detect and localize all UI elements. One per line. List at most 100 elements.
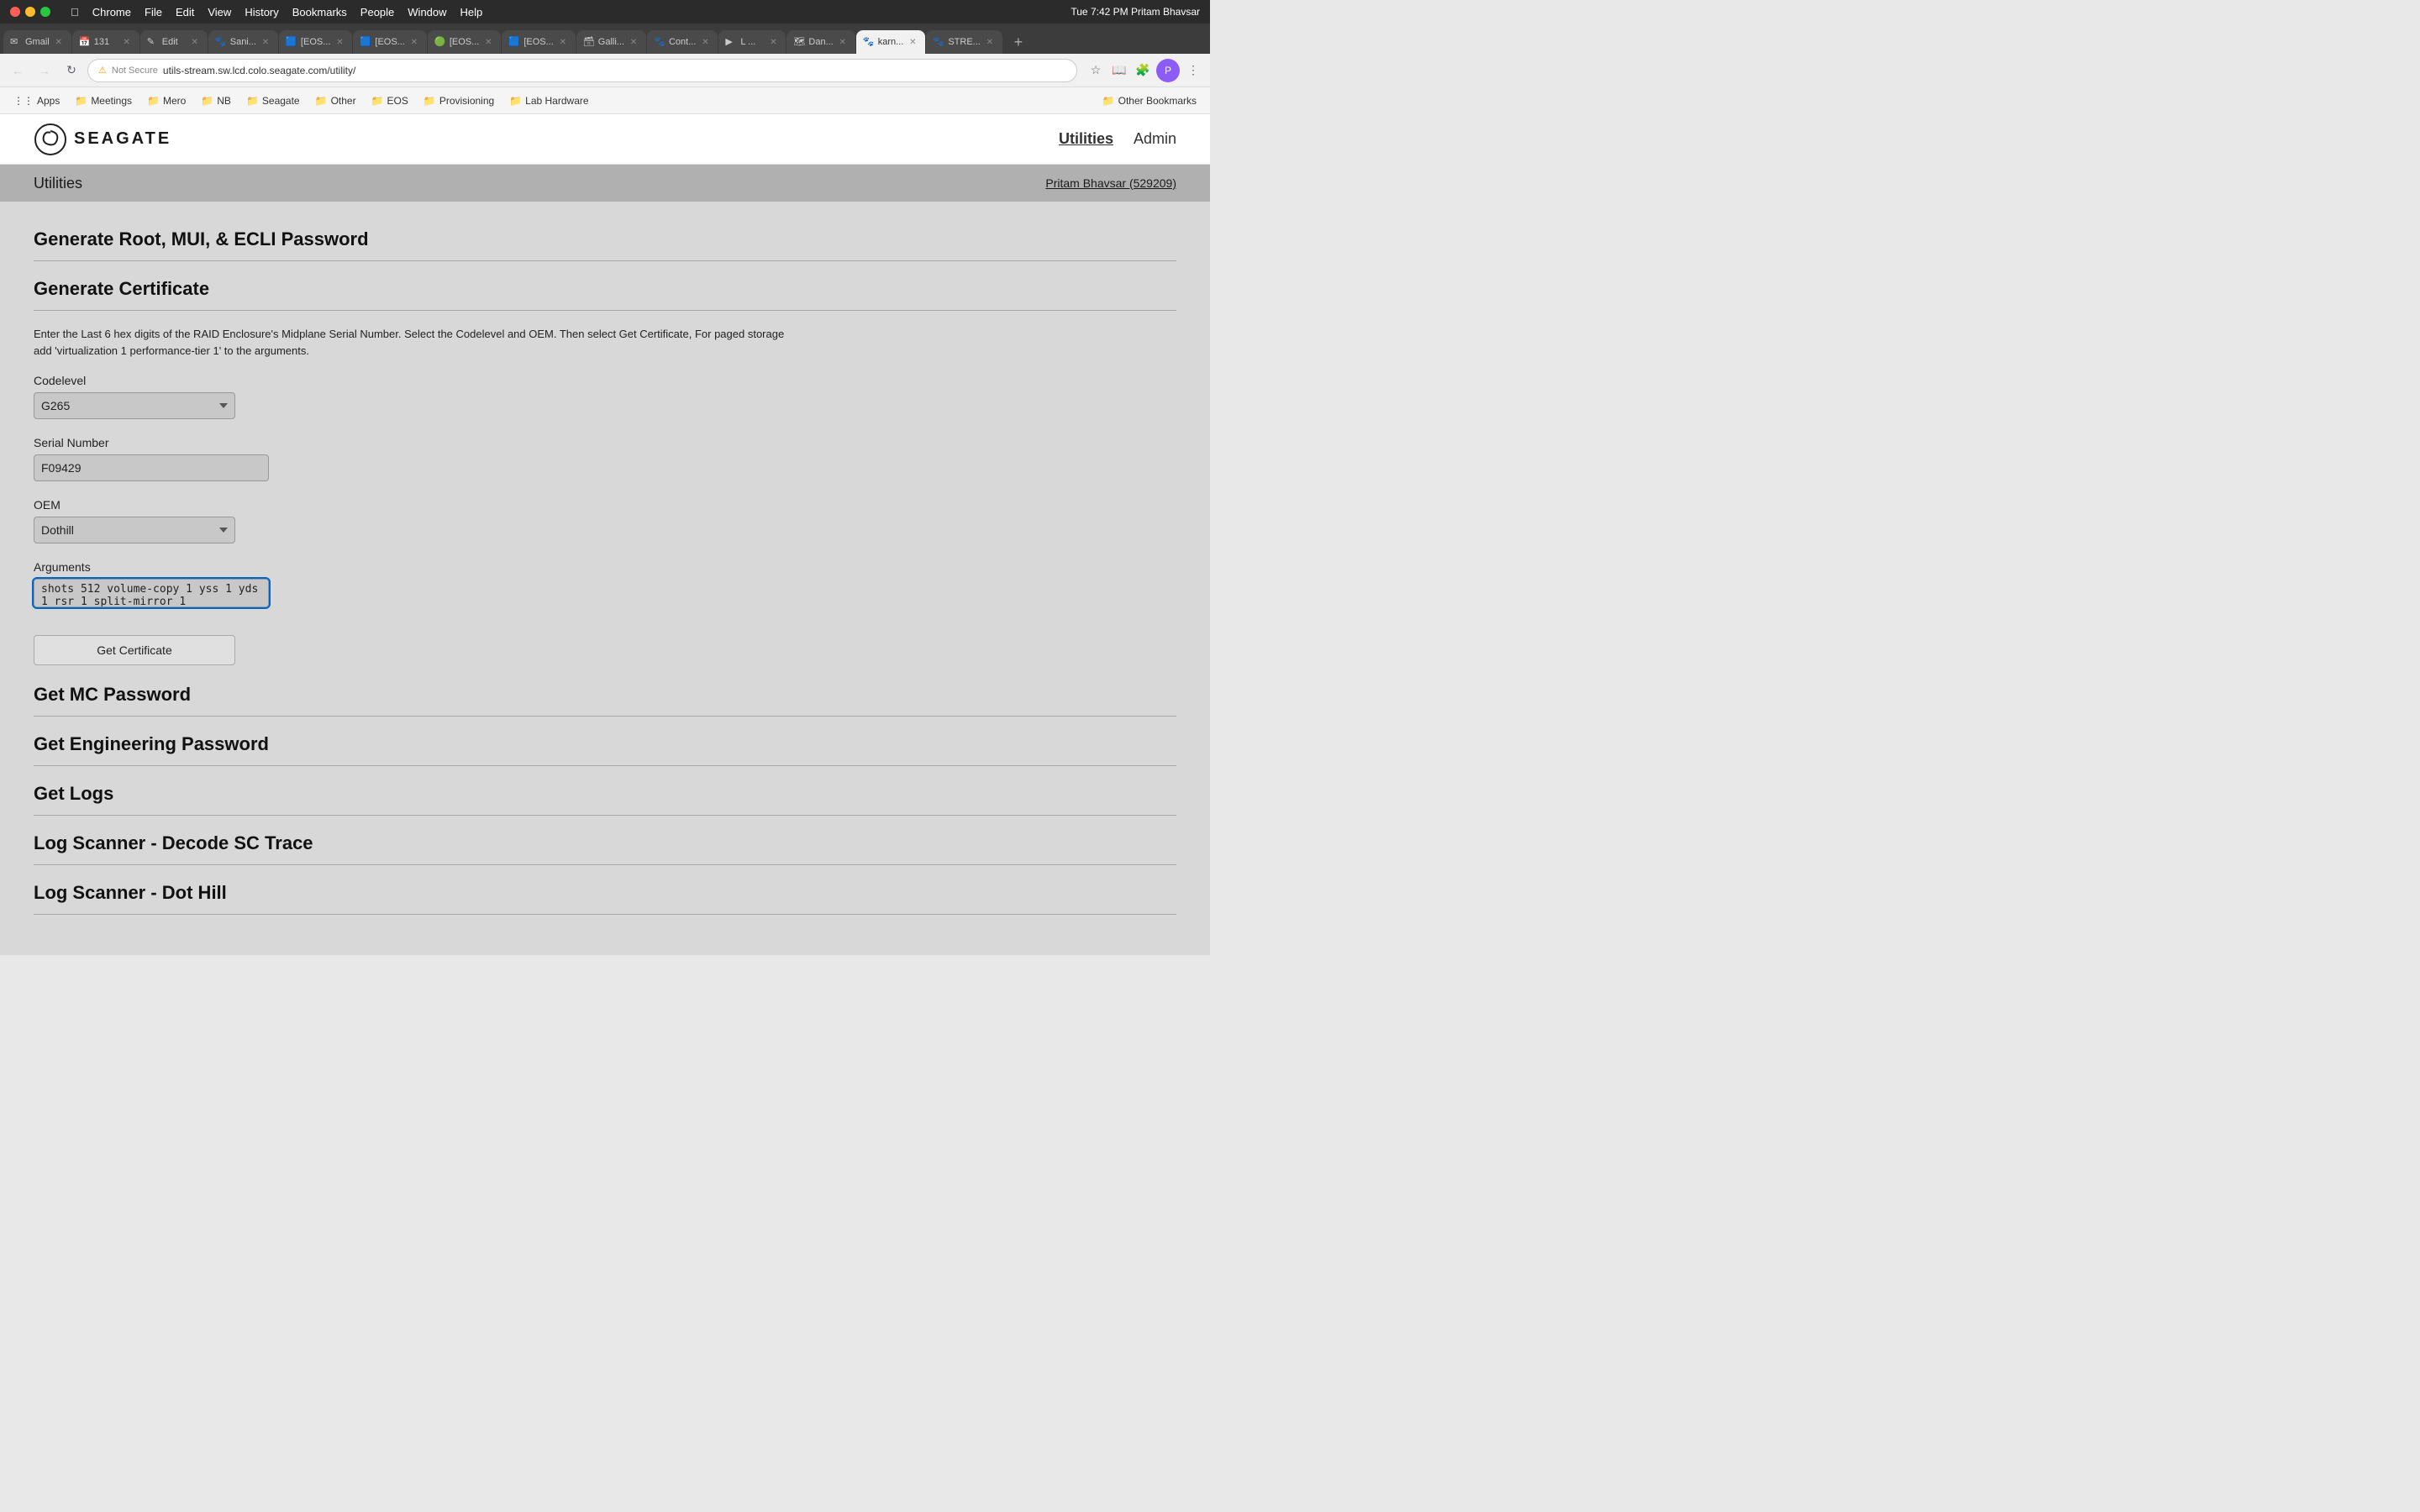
tab-dan[interactable]: 🗺 Dan... ✕ [786,30,855,54]
codelevel-label: Codelevel [34,374,1176,387]
bookmark-nb-label: NB [217,95,231,107]
tab-edit-close[interactable]: ✕ [189,36,201,48]
bookmark-apps-label: Apps [37,95,60,107]
tab-dan-close[interactable]: ✕ [837,36,849,48]
bookmark-provisioning[interactable]: 📁 Provisioning [417,91,501,111]
tab-cont-close[interactable]: ✕ [699,36,711,48]
oem-select[interactable]: Dothill Seagate HPE Dell [34,517,235,543]
edit-menu[interactable]: Edit [176,6,194,18]
serial-number-input[interactable] [34,454,269,481]
codelevel-field-group: Codelevel G265 G280 G300 [34,374,1176,419]
profile-button[interactable]: P [1156,59,1180,82]
get-logs-heading[interactable]: Get Logs [34,773,1176,816]
bookmark-meetings[interactable]: 📁 Meetings [68,91,139,111]
chrome-extension-button[interactable]: 🧩 [1133,60,1153,81]
tab-cal-close[interactable]: ✕ [121,36,133,48]
chrome-menu-button[interactable]: ⋮ [1183,60,1203,81]
bookmark-seagate[interactable]: 📁 Seagate [239,91,307,111]
tab-eos1-close[interactable]: ✕ [334,36,345,48]
reading-list-button[interactable]: 📖 [1109,60,1129,81]
tab-l-close[interactable]: ✕ [767,36,779,48]
arguments-textarea[interactable] [34,579,269,607]
eos4-favicon: 🟦 [508,36,520,48]
tab-eos4-close[interactable]: ✕ [557,36,569,48]
address-bar[interactable]: ⚠ Not Secure utils-stream.sw.lcd.colo.se… [87,59,1077,82]
nb-folder-icon: 📁 [201,95,213,107]
people-menu[interactable]: People [360,6,394,18]
bookmark-apps[interactable]: ⋮⋮ Apps [7,91,66,111]
bookmark-nb[interactable]: 📁 NB [194,91,238,111]
tab-gall-label: Galli... [598,37,624,47]
generate-certificate-link[interactable]: Generate Certificate [34,278,209,299]
tab-l[interactable]: ▶ L ... ✕ [718,30,786,54]
get-mc-password-heading[interactable]: Get MC Password [34,674,1176,717]
tab-eos3-close[interactable]: ✕ [482,36,494,48]
back-button[interactable]: ← [7,60,29,81]
minimize-window-button[interactable] [25,7,35,17]
forward-button[interactable]: → [34,60,55,81]
tab-cont[interactable]: 🐾 Cont... ✕ [647,30,718,54]
codelevel-select[interactable]: G265 G280 G300 [34,392,235,419]
nav-utilities[interactable]: Utilities [1059,130,1113,148]
get-mc-password-link[interactable]: Get MC Password [34,684,191,705]
user-info[interactable]: Pritam Bhavsar (529209) [1045,176,1176,190]
tab-stre[interactable]: 🐾 STRE... ✕ [926,30,1002,54]
get-logs-link[interactable]: Get Logs [34,783,113,804]
tab-eos3-label: [EOS... [450,37,479,47]
tab-eos3[interactable]: 🟢 [EOS... ✕ [428,30,501,54]
get-engineering-password-heading[interactable]: Get Engineering Password [34,723,1176,766]
url-display: utils-stream.sw.lcd.colo.seagate.com/uti… [163,65,355,76]
tab-edit[interactable]: ✎ Edit ✕ [140,30,208,54]
tab-eos2[interactable]: 🟦 [EOS... ✕ [353,30,426,54]
other-bookmarks-button[interactable]: 📁 Other Bookmarks [1096,91,1203,111]
tab-l-label: L ... [740,37,764,47]
window-menu[interactable]: Window [408,6,446,18]
generate-certificate-heading[interactable]: Generate Certificate [34,268,1176,311]
log-scanner-dothill-link[interactable]: Log Scanner - Dot Hill [34,882,227,903]
close-window-button[interactable] [10,7,20,17]
tab-eos2-close[interactable]: ✕ [408,36,420,48]
bookmark-other[interactable]: 📁 Other [308,91,363,111]
chrome-toolbar-actions: ☆ 📖 🧩 P ⋮ [1086,59,1203,82]
chrome-menu[interactable]: Chrome [92,6,131,18]
view-menu[interactable]: View [208,6,231,18]
bookmark-mero[interactable]: 📁 Mero [140,91,192,111]
tab-cal[interactable]: 📅 131 ✕ [72,30,139,54]
file-menu[interactable]: File [145,6,162,18]
get-engineering-password-link[interactable]: Get Engineering Password [34,733,269,754]
log-scanner-decode-heading[interactable]: Log Scanner - Decode SC Trace [34,822,1176,865]
tab-stre-close[interactable]: ✕ [984,36,996,48]
tab-karn[interactable]: 🐾 karn... ✕ [856,30,926,54]
get-certificate-button[interactable]: Get Certificate [34,635,235,665]
cal-favicon: 📅 [79,36,91,48]
tab-eos4[interactable]: 🟦 [EOS... ✕ [502,30,575,54]
nav-admin[interactable]: Admin [1134,130,1176,148]
help-menu[interactable]: Help [460,6,483,18]
tab-gall-close[interactable]: ✕ [628,36,639,48]
meetings-folder-icon: 📁 [75,95,87,107]
tab-sani[interactable]: 🐾 Sani... ✕ [208,30,278,54]
history-menu[interactable]: History [245,6,278,18]
apple-menu[interactable]:  [71,6,79,18]
new-tab-button[interactable]: + [1007,30,1030,54]
reload-button[interactable]: ↻ [60,60,82,81]
bookmark-eos[interactable]: 📁 EOS [365,91,415,111]
bookmark-lab-hardware[interactable]: 📁 Lab Hardware [502,91,595,111]
tab-gmail[interactable]: ✉ Gmail ✕ [3,30,71,54]
bookmark-star-button[interactable]: ☆ [1086,60,1106,81]
security-icon: ⚠ [98,65,107,76]
log-scanner-dothill-heading[interactable]: Log Scanner - Dot Hill [34,872,1176,915]
tab-gmail-close[interactable]: ✕ [53,36,65,48]
form-description: Enter the Last 6 hex digits of the RAID … [34,326,790,359]
mac-window-controls[interactable] [10,7,50,17]
bookmarks-bar: ⋮⋮ Apps 📁 Meetings 📁 Mero 📁 NB 📁 Seagate… [0,87,1210,114]
tab-karn-close[interactable]: ✕ [907,36,918,48]
tab-eos1[interactable]: 🟦 [EOS... ✕ [279,30,352,54]
tab-sani-close[interactable]: ✕ [260,36,271,48]
log-scanner-decode-link[interactable]: Log Scanner - Decode SC Trace [34,832,313,853]
provisioning-folder-icon: 📁 [424,95,436,107]
tab-gall[interactable]: 🗃 Galli... ✕ [576,30,646,54]
tab-gmail-label: Gmail [25,37,50,47]
bookmarks-menu[interactable]: Bookmarks [292,6,347,18]
maximize-window-button[interactable] [40,7,50,17]
